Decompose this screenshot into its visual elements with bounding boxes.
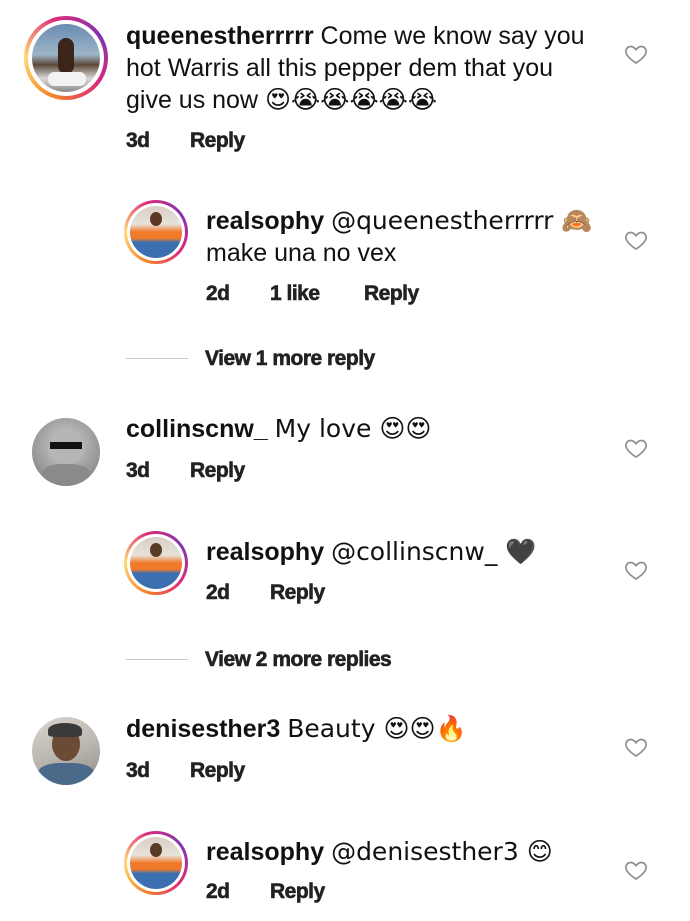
- reply-button[interactable]: Reply: [364, 282, 420, 306]
- reply-text-line: make una no vex: [206, 239, 397, 267]
- heart-outline-icon[interactable]: [624, 558, 648, 582]
- avatar-realsophy[interactable]: [130, 206, 182, 258]
- reply-username[interactable]: realsophy: [206, 538, 324, 566]
- comment-age: 3d: [126, 459, 151, 483]
- view-more-replies[interactable]: View 1 more reply: [205, 347, 376, 371]
- avatar-realsophy[interactable]: [130, 537, 182, 589]
- avatar-queenestherrrrr[interactable]: [32, 24, 100, 92]
- reply-age: 2d: [206, 880, 231, 904]
- divider: [126, 659, 188, 660]
- reply-age: 2d: [206, 282, 231, 306]
- reply-button[interactable]: Reply: [270, 581, 326, 605]
- reply-text: realsophy @denisesther3 😊: [206, 837, 553, 866]
- heart-outline-icon[interactable]: [624, 42, 648, 66]
- comment-username[interactable]: queenestherrrrr: [126, 22, 314, 50]
- likes-count[interactable]: 1 like: [270, 282, 321, 306]
- avatar-realsophy[interactable]: [130, 837, 182, 889]
- comment-text: queenestherrrrr Come we know say you: [126, 22, 585, 50]
- heart-outline-icon[interactable]: [624, 436, 648, 460]
- comment-username[interactable]: collinscnw_: [126, 415, 268, 443]
- story-ring[interactable]: [124, 531, 188, 595]
- avatar-denisesther3[interactable]: [32, 717, 100, 785]
- comment-age: 3d: [126, 759, 151, 783]
- divider: [126, 358, 188, 359]
- reply-username[interactable]: realsophy: [206, 207, 324, 235]
- comment-text-line: hot Warris all this pepper dem that you: [126, 54, 554, 82]
- reply-button[interactable]: Reply: [270, 880, 326, 904]
- heart-outline-icon[interactable]: [624, 735, 648, 759]
- reply-username[interactable]: realsophy: [206, 838, 324, 866]
- story-ring[interactable]: [124, 831, 188, 895]
- comment-text: denisesther3 Beauty 😍😍🔥: [126, 714, 467, 743]
- reply-button[interactable]: Reply: [190, 129, 246, 153]
- reply-text: realsophy @queenestherrrrr 🙈: [206, 206, 593, 235]
- comment-text: collinscnw_ My love 😍😍: [126, 414, 432, 443]
- reply-text: realsophy @collinscnw_ 🖤: [206, 537, 537, 566]
- avatar-collinscnw[interactable]: [32, 418, 100, 486]
- reply-age: 2d: [206, 581, 231, 605]
- reply-button[interactable]: Reply: [190, 759, 246, 783]
- heart-outline-icon[interactable]: [624, 858, 648, 882]
- view-more-replies[interactable]: View 2 more replies: [205, 648, 392, 672]
- emoji-row: 😍😭😭😭😭😭: [264, 85, 438, 114]
- heart-outline-icon[interactable]: [624, 228, 648, 252]
- comment-text-line: give us now 😍😭😭😭😭😭: [126, 85, 438, 114]
- comment-username[interactable]: denisesther3: [126, 715, 280, 743]
- story-ring[interactable]: [24, 16, 108, 100]
- story-ring[interactable]: [124, 200, 188, 264]
- reply-button[interactable]: Reply: [190, 459, 246, 483]
- comment-age: 3d: [126, 129, 151, 153]
